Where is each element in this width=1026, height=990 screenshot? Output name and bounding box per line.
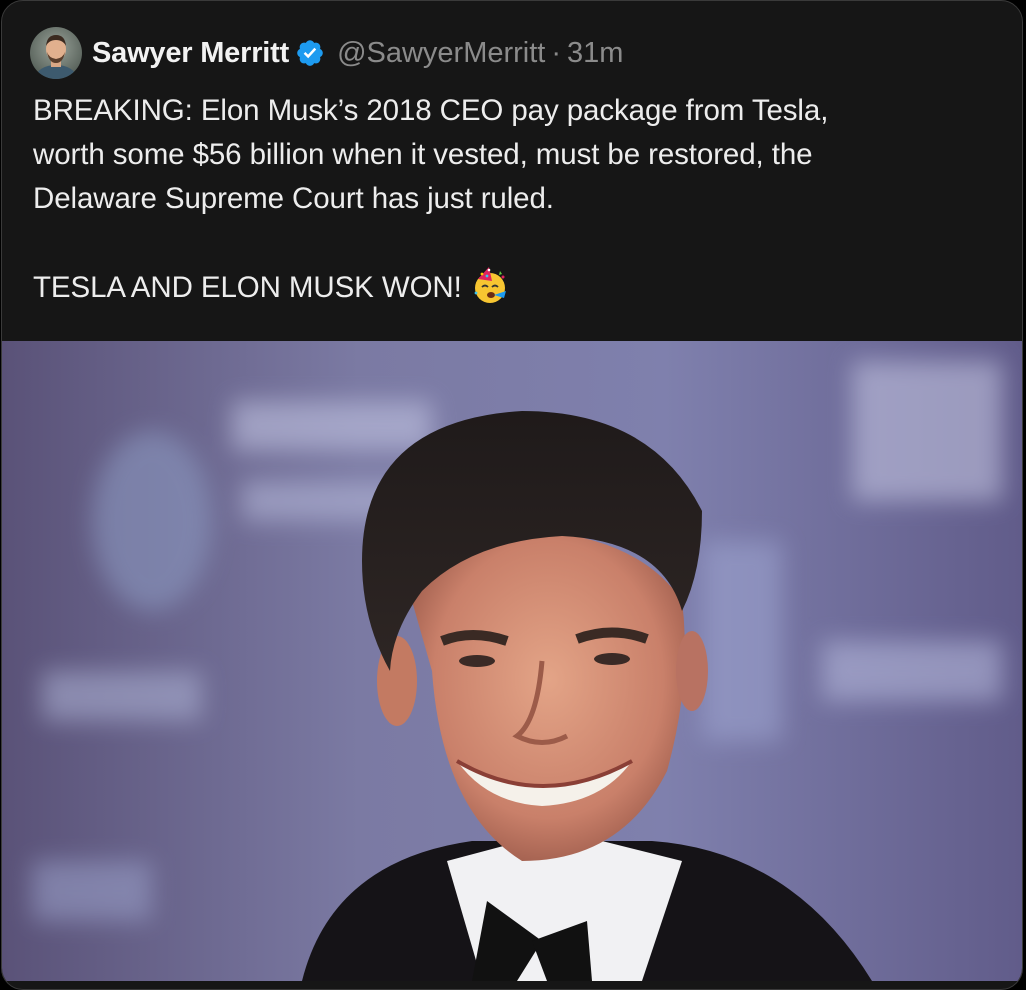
tweet-text-line: TESLA AND ELON MUSK WON!: [33, 265, 1008, 310]
tweet-text-line: BREAKING: Elon Musk’s 2018 CEO pay packa…: [33, 94, 829, 127]
partying-face-emoji-icon: [470, 265, 510, 305]
avatar[interactable]: [30, 27, 82, 79]
tweet-header: Sawyer Merritt @SawyerMerritt · 31m: [30, 27, 623, 79]
timestamp[interactable]: 31m: [567, 37, 623, 70]
tweet-text-shout: TESLA AND ELON MUSK WON!: [33, 271, 462, 304]
tweet-text-line: Delaware Supreme Court has just ruled.: [33, 182, 554, 215]
author-handle[interactable]: @SawyerMerritt: [337, 37, 545, 70]
separator-dot: ·: [551, 36, 562, 69]
tweet-text-line: worth some $56 billion when it vested, m…: [33, 138, 813, 171]
portrait-photo: [2, 341, 1022, 981]
tweet-media-photo[interactable]: [2, 341, 1022, 981]
verified-badge-icon: [295, 38, 325, 68]
tweet-text: BREAKING: Elon Musk’s 2018 CEO pay packa…: [33, 89, 1008, 310]
tweet-card[interactable]: Sawyer Merritt @SawyerMerritt · 31m BREA…: [1, 0, 1023, 990]
author-name[interactable]: Sawyer Merritt: [92, 37, 289, 70]
